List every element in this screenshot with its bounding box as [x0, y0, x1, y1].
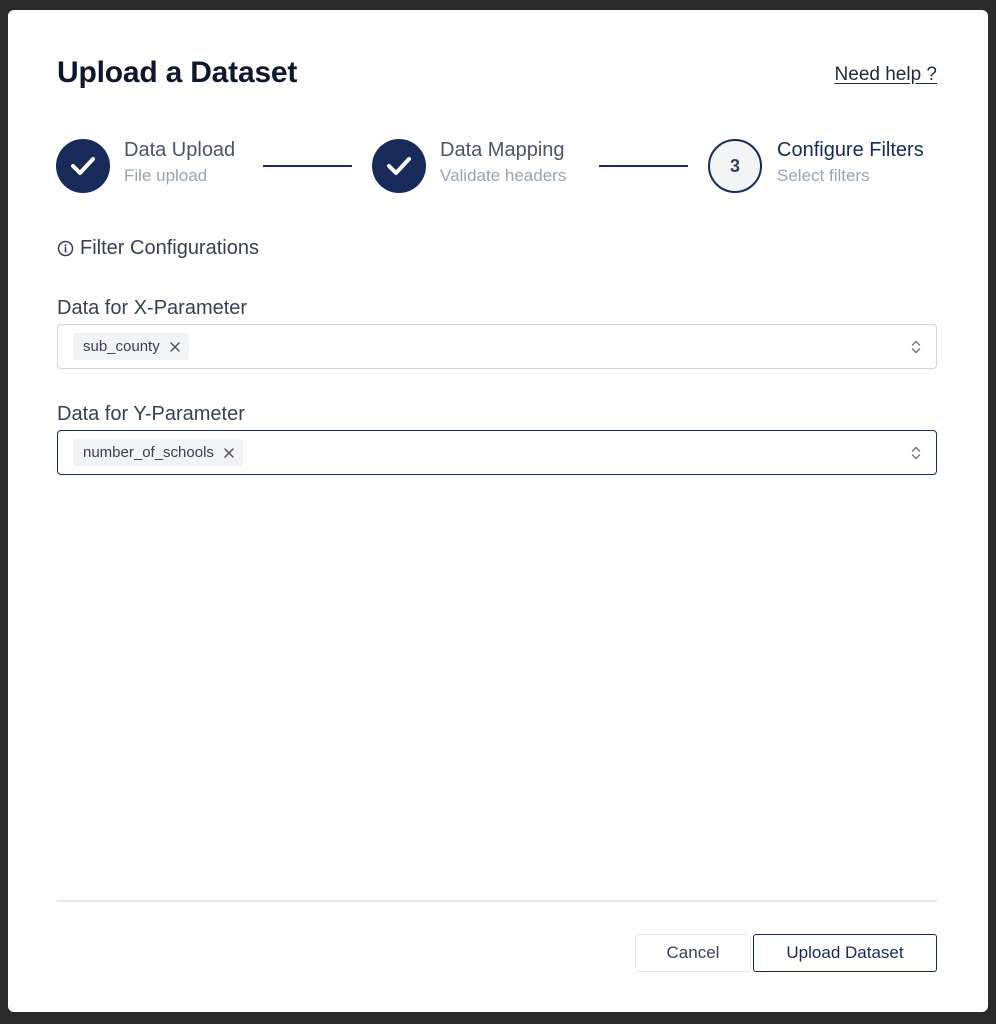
chevron-up-down-icon — [911, 446, 921, 460]
step-2-title: Data Mapping — [440, 139, 565, 161]
checkmark-icon — [387, 157, 411, 175]
close-icon — [169, 341, 180, 352]
step-1-title: Data Upload — [124, 139, 236, 161]
step-connector-2 — [599, 165, 688, 167]
step-2-subtitle: Validate headers — [440, 166, 567, 185]
y-parameter-select[interactable]: number_of_schools — [57, 430, 937, 475]
step-3-current-indicator: 3 — [708, 139, 762, 193]
chip-label: sub_county — [83, 338, 160, 355]
upload-dataset-modal: Upload a Dataset Need help ? Data Upload… — [8, 10, 988, 1012]
filter-configurations-heading: Filter Configurations — [57, 237, 259, 260]
step-1-subtitle: File upload — [124, 166, 208, 185]
x-parameter-select[interactable]: sub_county — [57, 324, 937, 369]
x-parameter-chip: sub_county — [73, 333, 189, 360]
upload-dataset-button[interactable]: Upload Dataset — [753, 934, 937, 972]
remove-chip-button[interactable] — [223, 447, 235, 459]
filter-configurations-label: Filter Configurations — [80, 237, 259, 259]
y-parameter-label: Data for Y-Parameter — [57, 403, 245, 425]
step-1-complete-indicator — [56, 139, 110, 193]
footer-divider — [57, 900, 937, 902]
step-connector-1 — [263, 165, 352, 167]
chip-label: number_of_schools — [83, 444, 214, 461]
need-help-link[interactable]: Need help ? — [835, 64, 937, 86]
x-parameter-label: Data for X-Parameter — [57, 297, 248, 319]
y-parameter-chip: number_of_schools — [73, 439, 243, 466]
step-3-subtitle: Select filters — [777, 166, 870, 185]
remove-chip-button[interactable] — [169, 341, 181, 353]
info-icon — [57, 240, 74, 257]
modal-title: Upload a Dataset — [57, 56, 298, 89]
cancel-button[interactable]: Cancel — [635, 934, 751, 972]
step-2-complete-indicator — [372, 139, 426, 193]
checkmark-icon — [71, 157, 95, 175]
close-icon — [224, 447, 234, 458]
chevron-up-down-icon — [911, 340, 921, 354]
step-3-title: Configure Filters — [777, 139, 924, 161]
